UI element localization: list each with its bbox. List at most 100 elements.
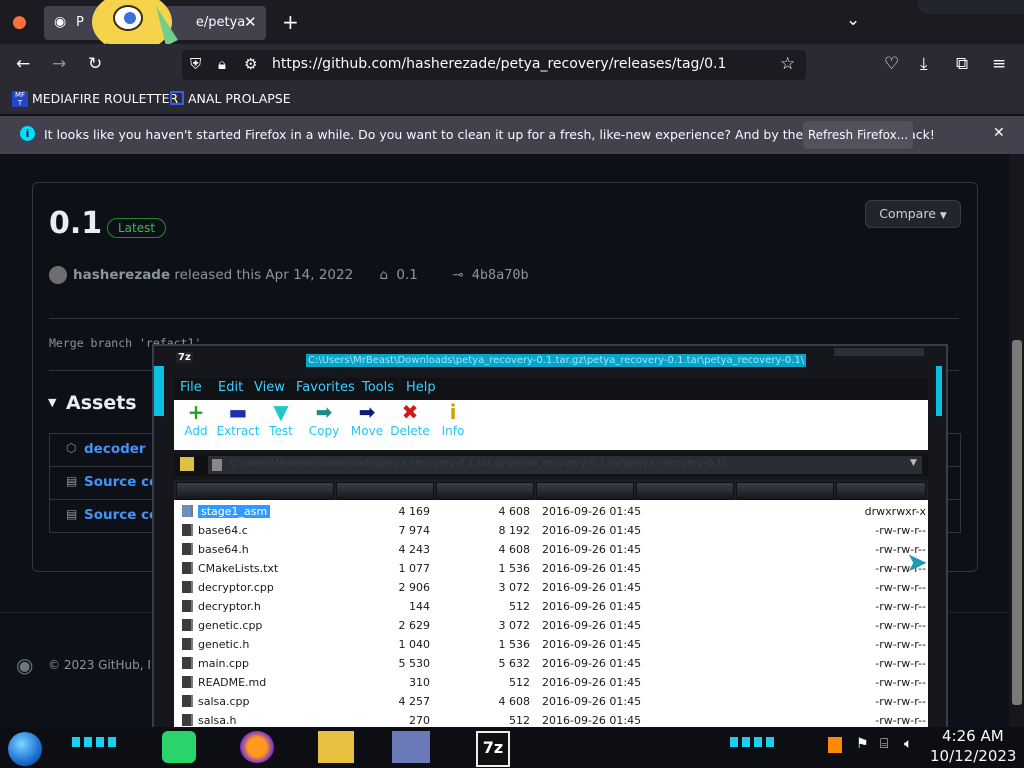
avatar[interactable]	[49, 266, 67, 284]
shield-icon[interactable]: ⛨	[190, 55, 201, 73]
forward-icon[interactable]: →	[52, 54, 66, 74]
list-item[interactable]: decryptor.h 144 512 2016-09-26 01:45 -rw-rw-…	[174, 597, 928, 616]
list-item[interactable]: CMakeLists.txt 1 077 1 536 2016-09-26 01:45…	[174, 559, 928, 578]
tray-app-icon[interactable]	[828, 737, 842, 753]
add-icon: +	[187, 400, 205, 424]
delete-button[interactable]: ✖ Delete	[388, 400, 432, 438]
settings-icon[interactable]: ⚙	[244, 55, 257, 73]
reload-icon[interactable]: ↻	[88, 54, 102, 74]
tag-link[interactable]: 0.1	[396, 267, 417, 283]
volume-icon[interactable]: 🔈︎	[904, 736, 912, 752]
list-item[interactable]: decryptor.cpp 2 906 3 072 2016-09-26 01:45-…	[174, 578, 928, 597]
pocket-icon[interactable]: ♡	[884, 54, 899, 74]
extract-button[interactable]: ▬ Extract	[216, 400, 260, 438]
path-input-text: C:\Users\MrBeast\Downloads\petya_recover…	[230, 458, 727, 469]
menu-favorites[interactable]: Favorites	[296, 380, 355, 395]
notes-icon[interactable]	[162, 731, 196, 763]
new-tab-icon[interactable]: +	[282, 10, 299, 34]
close-icon[interactable]: ✕	[244, 13, 257, 31]
file-zip-icon: ▤	[66, 474, 78, 488]
url-bar[interactable]: ⛨ 🔒︎ ⚙ https://github.com/hasherezade/pe…	[182, 50, 806, 80]
column-header-size[interactable]	[336, 482, 434, 500]
package-icon: ⬡	[66, 441, 77, 455]
bookmark-mediafire[interactable]: MEDIAFIRE ROULETTER	[32, 91, 178, 106]
window-controls[interactable]	[918, 0, 1024, 14]
window-controls[interactable]	[834, 348, 924, 356]
column-header-accessed[interactable]	[736, 482, 834, 500]
list-item[interactable]: genetic.cpp 2 629 3 072 2016-09-26 01:45 -rw…	[174, 616, 928, 635]
flag-icon[interactable]: ⚑	[856, 736, 869, 752]
column-header-packed[interactable]	[436, 482, 534, 500]
menu-edit[interactable]: Edit	[218, 380, 243, 395]
info-button[interactable]: i Info	[431, 400, 475, 438]
list-item[interactable]: base64.c 7 974 8 192 2016-09-26 01:45 -rw-rw…	[174, 521, 928, 540]
network-icon[interactable]: ⌸	[880, 736, 888, 752]
extract-icon: ▬	[228, 400, 248, 424]
list-item[interactable]: stage1_asm 4 169 4 608 2016-09-26 01:45 drwx…	[174, 502, 928, 521]
list-item[interactable]: README.md 310 512 2016-09-26 01:45 -rw-rw-r-…	[174, 673, 928, 692]
clock-date[interactable]: 10/12/2023	[930, 747, 1016, 765]
bookmark-2[interactable]: ANAL PROLAPSE	[188, 91, 291, 106]
folder-up-icon[interactable]	[180, 457, 194, 471]
7zip-icon[interactable]: 7z	[476, 731, 510, 767]
compare-button[interactable]: Compare ▼	[865, 200, 961, 228]
scrollbar-thumb[interactable]	[1012, 340, 1022, 705]
assets-heading[interactable]: Assets	[66, 392, 137, 414]
window-title-bar[interactable]: 7z C:\Users\MrBeast\Downloads\petya_reco…	[154, 346, 946, 374]
copy-button[interactable]: ➡ Copy	[302, 400, 346, 438]
column-header-attributes[interactable]	[836, 482, 926, 500]
caret-down-icon[interactable]: ▼	[48, 396, 56, 409]
footer-copyright: © 2023 GitHub, Inc.	[48, 658, 169, 672]
menu-help[interactable]: Help	[406, 380, 436, 395]
clock-time[interactable]: 4:26 AM	[942, 727, 1004, 745]
extensions-icon[interactable]: ⧉	[956, 54, 968, 74]
chevron-down-icon[interactable]: ▼	[910, 458, 917, 468]
decor-left	[154, 366, 164, 416]
github-icon[interactable]: ◉	[16, 653, 33, 677]
start-button[interactable]	[8, 732, 42, 766]
author-link[interactable]: hasherezade	[73, 267, 170, 283]
add-button[interactable]: + Add	[174, 400, 218, 438]
7zip-window[interactable]: 7z C:\Users\MrBeast\Downloads\petya_reco…	[152, 344, 948, 736]
asset-link[interactable]: decoder	[84, 441, 146, 457]
column-header-name[interactable]	[176, 482, 334, 500]
move-button[interactable]: ➡ Move	[345, 400, 389, 438]
column-headers	[174, 480, 928, 500]
file-icon	[182, 619, 193, 631]
refresh-firefox-button[interactable]: Refresh Firefox...	[803, 121, 913, 149]
download-icon[interactable]: ⤓	[920, 54, 928, 74]
decor	[72, 737, 116, 747]
commit-link[interactable]: 4b8a70b	[472, 267, 529, 283]
bookmarks-bar: MF T MEDIAFIRE ROULETTER ANAL PROLAPSE	[0, 86, 1024, 114]
file-explorer-icon[interactable]	[318, 731, 354, 763]
list-item[interactable]: genetic.h 1 040 1 536 2016-09-26 01:45 -rw-r…	[174, 635, 928, 654]
list-item[interactable]: salsa.cpp 4 257 4 608 2016-09-26 01:45 -rw-r…	[174, 692, 928, 711]
divider	[49, 318, 959, 319]
id-card-icon[interactable]	[392, 731, 430, 763]
menu-tools[interactable]: Tools	[362, 380, 394, 395]
back-icon[interactable]: ←	[16, 54, 30, 74]
lock-icon[interactable]: 🔒︎	[218, 55, 226, 73]
url-text[interactable]: https://github.com/hasherezade/petya_rec…	[272, 56, 726, 72]
info-icon: i	[449, 400, 457, 424]
window-title: C:\Users\MrBeast\Downloads\petya_recover…	[306, 354, 807, 367]
column-header-modified[interactable]	[536, 482, 634, 500]
menu-icon[interactable]: ≡	[992, 54, 1006, 74]
star-icon[interactable]: ☆	[780, 54, 795, 74]
path-input[interactable]: C:\Users\MrBeast\Downloads\petya_recover…	[208, 456, 922, 474]
firefox-icon[interactable]	[240, 731, 274, 763]
chevron-down-icon[interactable]: ⌄	[846, 10, 860, 30]
close-icon[interactable]: ✕	[993, 125, 1005, 141]
file-icon	[182, 524, 193, 536]
test-button[interactable]: ▼ Test	[259, 400, 303, 438]
folder-icon	[182, 505, 193, 517]
release-title[interactable]: 0.1	[49, 206, 102, 241]
info-icon: i	[20, 126, 35, 141]
list-item[interactable]: base64.h 4 243 4 608 2016-09-26 01:45 -rw-rw…	[174, 540, 928, 559]
firefox-icon[interactable]: ●	[12, 12, 27, 32]
menu-view[interactable]: View	[254, 380, 285, 395]
list-item[interactable]: main.cpp 5 530 5 632 2016-09-26 01:45 -rw-rw…	[174, 654, 928, 673]
column-header-created[interactable]	[636, 482, 734, 500]
tag-icon: ⌂	[379, 267, 389, 283]
menu-file[interactable]: File	[180, 380, 202, 395]
